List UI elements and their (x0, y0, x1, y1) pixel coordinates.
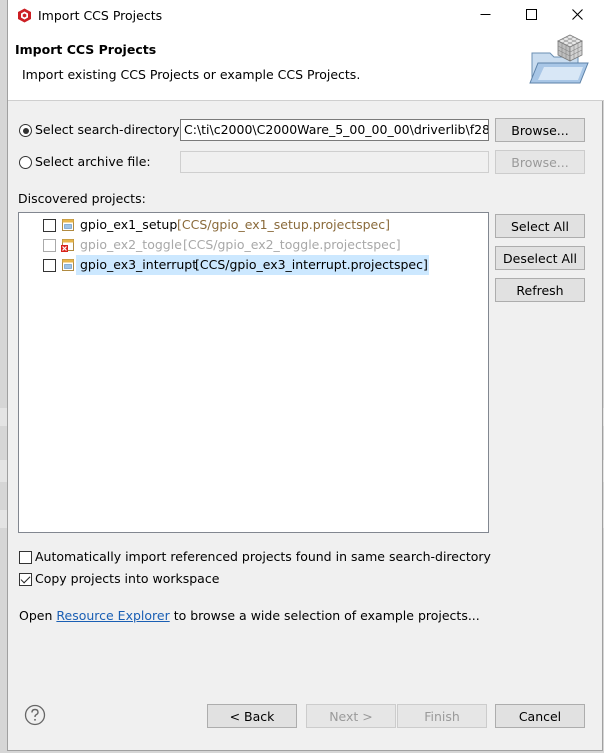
app-logo-icon (17, 8, 32, 23)
cancel-button[interactable]: Cancel (495, 704, 585, 728)
project-checkbox[interactable] (43, 259, 56, 272)
project-name: gpio_ex3_interrupt (80, 257, 198, 272)
next-button[interactable]: Next > (306, 704, 396, 728)
project-spec-path: [CCS/gpio_ex1_setup.projectspec] (177, 217, 390, 232)
title-bar: Import CCS Projects (8, 0, 604, 31)
search-directory-browse-button[interactable]: Browse... (495, 118, 585, 142)
folder-import-icon (528, 33, 590, 87)
wizard-header: Import CCS Projects Import existing CCS … (8, 31, 604, 101)
discovered-projects-label: Discovered projects: (18, 191, 146, 206)
maximize-button[interactable] (508, 0, 554, 31)
project-error-icon (61, 238, 75, 252)
page-description: Import existing CCS Projects or example … (22, 67, 361, 82)
search-directory-label: Select search-directory: (35, 122, 183, 137)
search-directory-input[interactable]: C:\ti\c2000\C2000Ware_5_00_00_00\driverl… (180, 119, 489, 141)
auto-import-label: Automatically import referenced projects… (35, 549, 491, 564)
back-button[interactable]: < Back (207, 704, 297, 728)
project-row[interactable]: gpio_ex1_setup [CCS/gpio_ex1_setup.proje… (19, 215, 488, 235)
help-icon[interactable] (24, 704, 46, 729)
import-dialog: Import CCS Projects Import CCS Projects … (7, 0, 604, 751)
deselect-all-button[interactable]: Deselect All (495, 246, 585, 270)
discovered-projects-list[interactable]: gpio_ex1_setup [CCS/gpio_ex1_setup.proje… (18, 212, 489, 533)
select-all-button[interactable]: Select All (495, 214, 585, 238)
archive-file-label: Select archive file: (35, 154, 151, 169)
project-checkbox[interactable] (43, 219, 56, 232)
project-row[interactable]: gpio_ex2_toggle [CCS/gpio_ex2_toggle.pro… (19, 235, 488, 255)
resource-suffix-text: to browse a wide selection of example pr… (169, 608, 480, 623)
page-title: Import CCS Projects (15, 42, 157, 57)
close-icon (571, 8, 583, 23)
auto-import-checkbox[interactable] (19, 551, 32, 564)
refresh-button[interactable]: Refresh (495, 278, 585, 302)
resource-explorer-text: Open Resource Explorer to browse a wide … (19, 608, 480, 623)
maximize-icon (525, 8, 537, 23)
project-spec-path: [CCS/gpio_ex2_toggle.projectspec] (183, 237, 401, 252)
archive-file-browse-button[interactable]: Browse... (495, 150, 585, 174)
project-spec-path: [CCS/gpio_ex3_interrupt.projectspec] (195, 257, 428, 272)
copy-into-workspace-checkbox[interactable] (19, 573, 32, 586)
minimize-icon (480, 8, 491, 23)
project-name: gpio_ex1_setup (80, 217, 178, 232)
project-row[interactable]: gpio_ex3_interrupt [CCS/gpio_ex3_interru… (19, 255, 488, 275)
project-spec-icon (61, 258, 75, 272)
minimize-button[interactable] (462, 0, 508, 31)
archive-file-input[interactable] (180, 151, 489, 173)
project-name: gpio_ex2_toggle (80, 237, 182, 252)
resource-explorer-link[interactable]: Resource Explorer (56, 608, 169, 623)
resource-prefix-text: Open (19, 608, 57, 623)
project-spec-icon (61, 218, 75, 232)
finish-button[interactable]: Finish (397, 704, 487, 728)
archive-file-radio[interactable] (19, 156, 32, 169)
window-title: Import CCS Projects (38, 8, 163, 23)
project-checkbox[interactable] (43, 239, 56, 252)
search-directory-radio[interactable] (19, 124, 32, 137)
copy-into-workspace-label: Copy projects into workspace (35, 571, 220, 586)
close-button[interactable] (554, 0, 600, 31)
